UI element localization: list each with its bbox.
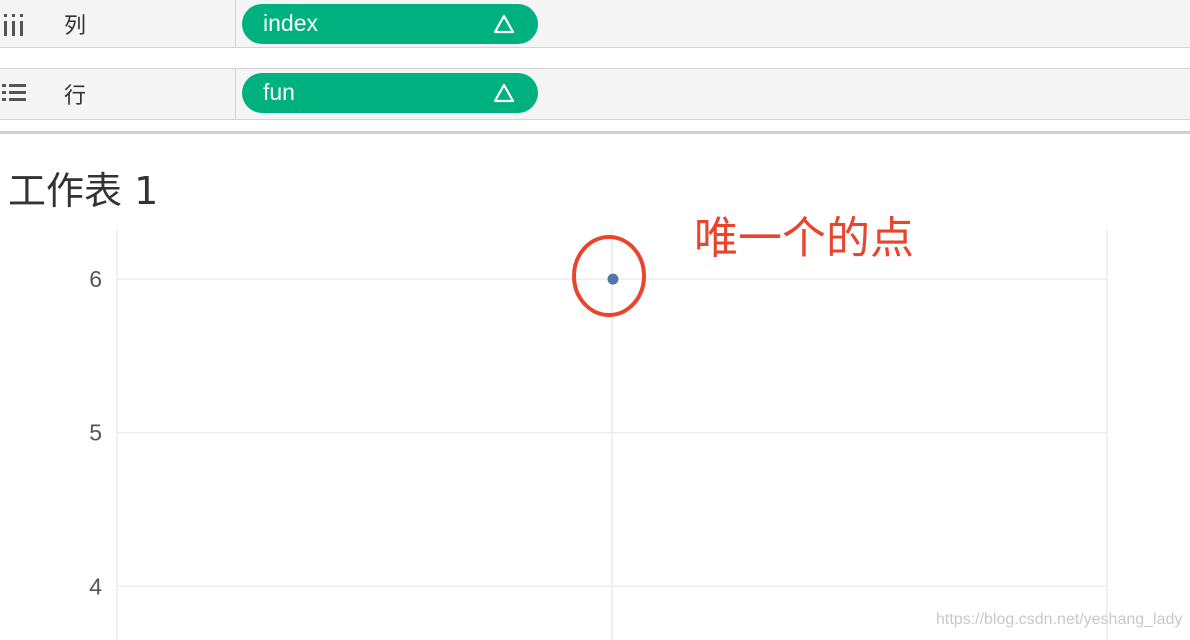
watermark: https://blog.csdn.net/yeshang_lady <box>936 611 1183 628</box>
annotation-text: 唯一个的点 <box>694 213 914 264</box>
y-tick-label: 4 <box>89 573 102 599</box>
marks <box>607 273 619 285</box>
y-tick-label: 6 <box>89 266 102 292</box>
data-point[interactable] <box>607 273 619 285</box>
y-tick-label: 5 <box>89 420 102 446</box>
y-axis-ticks: 6 5 4 <box>89 266 102 599</box>
grid <box>116 230 1108 640</box>
scatter-chart[interactable]: 6 5 4 <box>0 0 1190 640</box>
